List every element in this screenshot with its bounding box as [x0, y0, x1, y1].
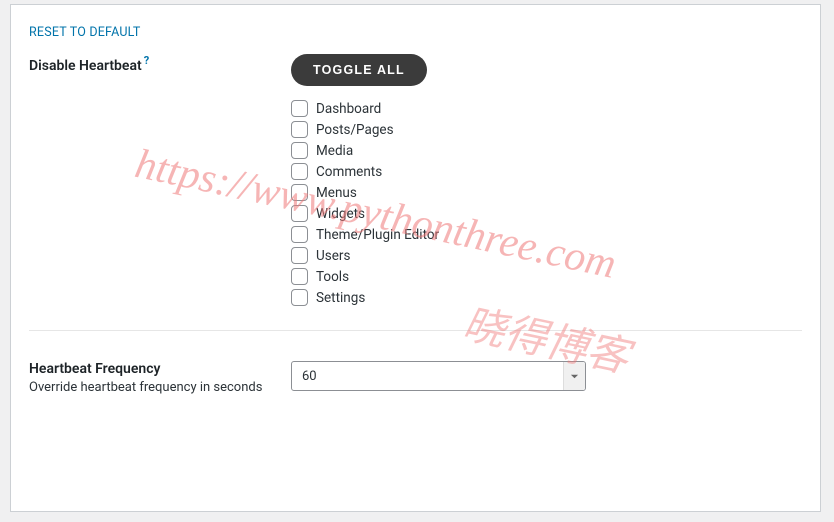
- checkbox-media[interactable]: [291, 142, 308, 159]
- disable-heartbeat-row: Disable Heartbeat? TOGGLE ALL Dashboard …: [29, 54, 802, 308]
- checkbox-tools[interactable]: [291, 268, 308, 285]
- list-item: Tools: [291, 266, 802, 287]
- checkbox-users[interactable]: [291, 247, 308, 264]
- checkbox-label[interactable]: Tools: [316, 269, 349, 285]
- heartbeat-frequency-description: Override heartbeat frequency in seconds: [29, 380, 291, 395]
- list-item: Posts/Pages: [291, 119, 802, 140]
- checkbox-widgets[interactable]: [291, 205, 308, 222]
- checkbox-label[interactable]: Settings: [316, 290, 365, 306]
- checkbox-label[interactable]: Dashboard: [316, 101, 381, 117]
- disable-heartbeat-controls: TOGGLE ALL Dashboard Posts/Pages Media C…: [291, 54, 802, 308]
- disable-heartbeat-section: RESET TO DEFAULT Disable Heartbeat? TOGG…: [11, 5, 820, 308]
- checkbox-label[interactable]: Menus: [316, 185, 357, 201]
- help-icon[interactable]: ?: [144, 54, 149, 67]
- checkbox-dashboard[interactable]: [291, 100, 308, 117]
- list-item: Dashboard: [291, 98, 802, 119]
- checkbox-label[interactable]: Posts/Pages: [316, 122, 394, 138]
- heartbeat-frequency-select[interactable]: 60: [291, 361, 586, 391]
- checkbox-label[interactable]: Users: [316, 248, 350, 264]
- list-item: Widgets: [291, 203, 802, 224]
- list-item: Media: [291, 140, 802, 161]
- checkbox-settings[interactable]: [291, 289, 308, 306]
- toggle-all-button[interactable]: TOGGLE ALL: [291, 54, 427, 86]
- list-item: Comments: [291, 161, 802, 182]
- list-item: Menus: [291, 182, 802, 203]
- heartbeat-options-list: Dashboard Posts/Pages Media Comments Men…: [291, 98, 802, 308]
- disable-heartbeat-title: Disable Heartbeat: [29, 58, 142, 74]
- reset-to-default-link[interactable]: RESET TO DEFAULT: [29, 25, 141, 40]
- checkbox-menus[interactable]: [291, 184, 308, 201]
- list-item: Settings: [291, 287, 802, 308]
- frequency-control-col: 60: [291, 361, 802, 391]
- disable-heartbeat-label-col: Disable Heartbeat?: [29, 54, 291, 74]
- checkbox-label[interactable]: Media: [316, 143, 353, 159]
- checkbox-posts-pages[interactable]: [291, 121, 308, 138]
- heartbeat-frequency-section: Heartbeat Frequency Override heartbeat f…: [11, 331, 820, 395]
- checkbox-theme-plugin-editor[interactable]: [291, 226, 308, 243]
- list-item: Theme/Plugin Editor: [291, 224, 802, 245]
- heartbeat-frequency-title: Heartbeat Frequency: [29, 361, 291, 377]
- list-item: Users: [291, 245, 802, 266]
- checkbox-label[interactable]: Theme/Plugin Editor: [316, 227, 439, 243]
- checkbox-label[interactable]: Widgets: [316, 206, 365, 222]
- settings-panel: RESET TO DEFAULT Disable Heartbeat? TOGG…: [10, 4, 821, 512]
- frequency-label-col: Heartbeat Frequency Override heartbeat f…: [29, 361, 291, 395]
- checkbox-label[interactable]: Comments: [316, 164, 382, 180]
- checkbox-comments[interactable]: [291, 163, 308, 180]
- frequency-select-wrap: 60: [291, 361, 586, 391]
